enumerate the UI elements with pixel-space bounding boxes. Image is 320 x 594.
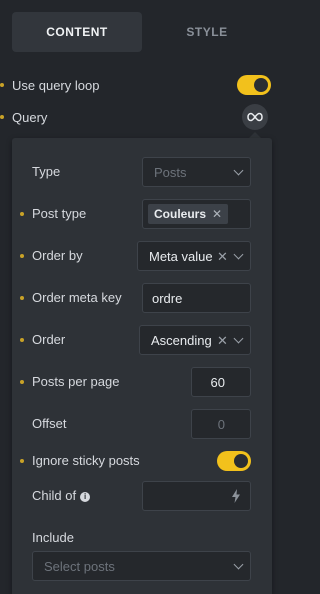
modified-indicator <box>0 83 4 87</box>
toggle-knob <box>234 454 248 468</box>
type-label: Type <box>32 164 61 179</box>
chevron-down-icon <box>233 165 244 176</box>
chevron-down-icon <box>233 249 244 260</box>
order-meta-key-input[interactable]: ordre <box>142 283 251 313</box>
modified-indicator <box>20 380 24 384</box>
order-meta-key-row: Order meta key ordre <box>12 282 272 314</box>
post-type-label: Post type <box>32 206 87 221</box>
modified-indicator <box>20 212 24 216</box>
include-placeholder: Select posts <box>44 558 115 574</box>
order-by-label: Order by <box>32 248 83 263</box>
chevron-down-icon <box>233 559 244 570</box>
use-query-loop-row: Use query loop <box>0 71 284 99</box>
use-query-loop-toggle[interactable] <box>237 75 271 95</box>
clear-icon[interactable]: ✕ <box>217 249 228 265</box>
type-value: Posts <box>154 164 187 180</box>
order-by-row: Order by Meta value ✕ <box>12 240 272 272</box>
child-of-input[interactable] <box>142 481 251 511</box>
order-by-value: Meta value <box>149 248 213 264</box>
use-query-loop-label: Use query loop <box>12 77 100 93</box>
ignore-sticky-label: Ignore sticky posts <box>32 453 140 468</box>
order-row: Order Ascending ✕ <box>12 324 272 356</box>
posts-per-page-label: Posts per page <box>32 374 120 389</box>
order-label: Order <box>32 332 66 347</box>
child-of-row: Child of i <box>12 480 272 512</box>
panel-tabs: CONTENT STYLE <box>12 12 272 52</box>
posts-per-page-value: 60 <box>210 374 225 390</box>
query-label: Query <box>12 109 48 125</box>
include-select[interactable]: Select posts <box>32 551 251 581</box>
type-select[interactable]: Posts <box>142 157 251 187</box>
post-type-select[interactable]: Couleurs ✕ <box>142 199 251 229</box>
tab-content[interactable]: CONTENT <box>12 12 142 52</box>
offset-input[interactable]: 0 <box>191 409 251 439</box>
ignore-sticky-row: Ignore sticky posts <box>12 445 272 477</box>
clear-icon[interactable]: ✕ <box>217 333 228 349</box>
modified-indicator <box>20 338 24 342</box>
posts-per-page-row: Posts per page 60 <box>12 366 272 398</box>
info-icon[interactable]: i <box>80 492 91 502</box>
order-select[interactable]: Ascending ✕ <box>139 325 251 355</box>
post-type-row: Post type Couleurs ✕ <box>12 198 272 230</box>
chevron-down-icon <box>233 333 244 344</box>
modified-indicator <box>20 296 24 300</box>
post-type-tag-label: Couleurs <box>154 207 207 221</box>
order-value: Ascending <box>151 332 212 348</box>
child-of-text: Child of <box>32 488 77 503</box>
query-loop-settings-button[interactable] <box>242 104 268 130</box>
include-label: Include <box>32 530 74 545</box>
child-of-label: Child of i <box>32 488 91 503</box>
query-settings-popover: Type Posts Post type Couleurs ✕ Order by… <box>12 138 272 594</box>
bolt-icon[interactable] <box>231 489 241 503</box>
posts-per-page-input[interactable]: 60 <box>191 367 251 397</box>
modified-indicator <box>20 459 24 463</box>
order-meta-key-label: Order meta key <box>32 290 122 305</box>
type-row: Type Posts <box>12 156 272 188</box>
order-by-select[interactable]: Meta value ✕ <box>137 241 251 271</box>
offset-row: Offset 0 <box>12 408 272 440</box>
modified-indicator <box>20 254 24 258</box>
offset-placeholder: 0 <box>217 416 225 432</box>
post-type-tag[interactable]: Couleurs ✕ <box>148 204 229 224</box>
toggle-knob <box>254 78 268 92</box>
ignore-sticky-toggle[interactable] <box>217 451 251 471</box>
modified-indicator <box>0 115 4 119</box>
offset-label: Offset <box>32 416 67 431</box>
infinity-icon <box>247 112 263 122</box>
tab-style[interactable]: STYLE <box>142 12 272 52</box>
include-row: Include <box>12 522 272 554</box>
remove-tag-icon[interactable]: ✕ <box>212 207 222 221</box>
order-meta-key-value: ordre <box>152 290 183 306</box>
